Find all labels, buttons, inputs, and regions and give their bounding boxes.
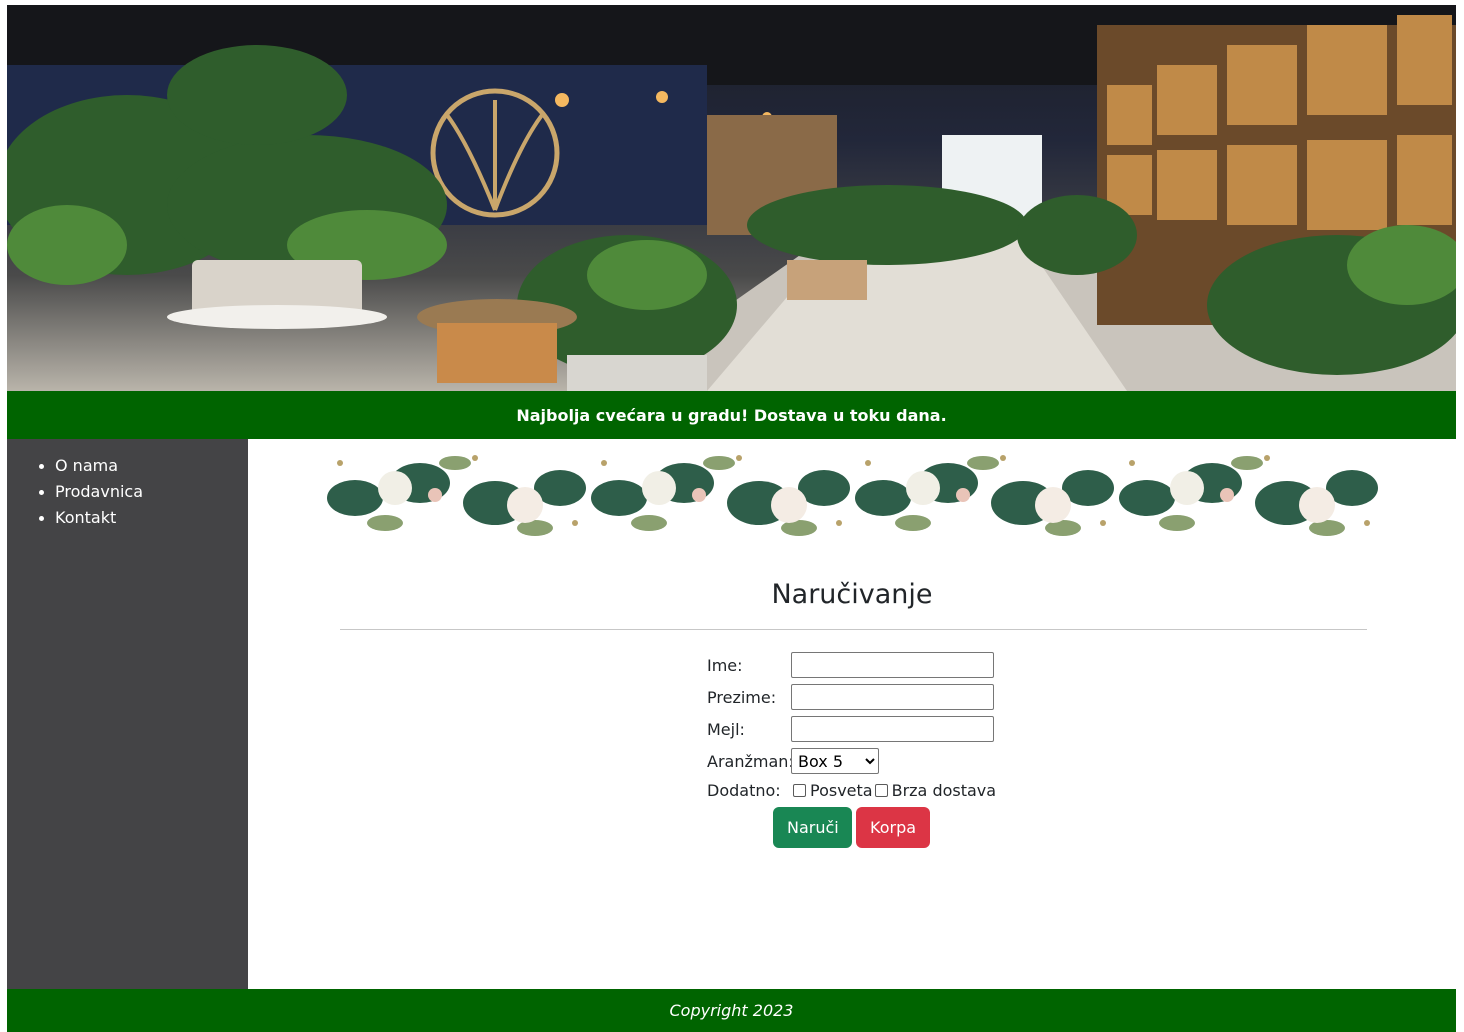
floral-garland-segment bbox=[591, 455, 850, 536]
naruci-button[interactable]: Naruči bbox=[773, 807, 852, 848]
form-row-prezime: Prezime: bbox=[707, 681, 1007, 713]
sidebar-item-prodavnica[interactable]: Prodavnica bbox=[39, 479, 248, 505]
brza-dostava-option[interactable]: Brza dostava bbox=[873, 781, 996, 800]
posveta-label: Posveta bbox=[810, 780, 873, 800]
form-row-mejl: Mejl: bbox=[707, 713, 1007, 745]
sidebar-nav: O nama Prodavnica Kontakt bbox=[7, 439, 248, 989]
mejl-input[interactable] bbox=[791, 716, 994, 742]
footer-copyright: Copyright 2023 bbox=[669, 1001, 794, 1020]
posveta-option[interactable]: Posveta bbox=[791, 781, 873, 800]
mejl-label: Mejl: bbox=[707, 719, 745, 739]
ime-label: Ime: bbox=[707, 655, 743, 675]
main-content: Naručivanje Ime: Prezime: Mejl: Aranžman… bbox=[248, 439, 1456, 989]
brza-dostava-checkbox[interactable] bbox=[874, 783, 888, 797]
korpa-button[interactable]: Korpa bbox=[856, 807, 930, 848]
order-form: Ime: Prezime: Mejl: Aranžman: Box 5 Doda… bbox=[707, 649, 1007, 848]
prezime-input[interactable] bbox=[791, 684, 994, 710]
page: Najbolja cvećara u gradu! Dostava u toku… bbox=[7, 5, 1456, 1032]
floral-garland-segment bbox=[327, 455, 586, 536]
floral-garland-segment bbox=[855, 455, 1114, 536]
floral-garland-image bbox=[325, 443, 1381, 547]
posveta-checkbox[interactable] bbox=[793, 783, 806, 797]
sidebar-item-o-nama[interactable]: O nama bbox=[39, 453, 248, 479]
floral-garland-segment bbox=[1119, 455, 1378, 536]
form-row-aranzman: Aranžman: Box 5 bbox=[707, 745, 1007, 777]
hero-image bbox=[7, 5, 1456, 391]
promo-banner: Najbolja cvećara u gradu! Dostava u toku… bbox=[7, 391, 1456, 439]
title-divider bbox=[340, 629, 1367, 630]
sidebar-menu: O nama Prodavnica Kontakt bbox=[7, 439, 248, 531]
aranzman-label: Aranžman: bbox=[707, 751, 794, 771]
form-buttons: Naruči Korpa bbox=[773, 807, 1007, 848]
form-row-ime: Ime: bbox=[707, 649, 1007, 681]
dodatno-label: Dodatno: bbox=[707, 780, 781, 800]
promo-banner-text: Najbolja cvećara u gradu! Dostava u toku… bbox=[516, 405, 947, 425]
brza-dostava-label: Brza dostava bbox=[891, 780, 997, 800]
aranzman-select[interactable]: Box 5 bbox=[791, 748, 879, 774]
form-row-dodatno: Dodatno: Posveta Brza dostava bbox=[707, 777, 1007, 803]
flower-shop-interior-illustration bbox=[7, 5, 1456, 391]
footer: Copyright 2023 bbox=[7, 989, 1456, 1032]
page-title: Naručivanje bbox=[771, 579, 933, 610]
prezime-label: Prezime: bbox=[707, 687, 777, 707]
sidebar-item-kontakt[interactable]: Kontakt bbox=[39, 505, 248, 531]
ime-input[interactable] bbox=[791, 652, 994, 678]
